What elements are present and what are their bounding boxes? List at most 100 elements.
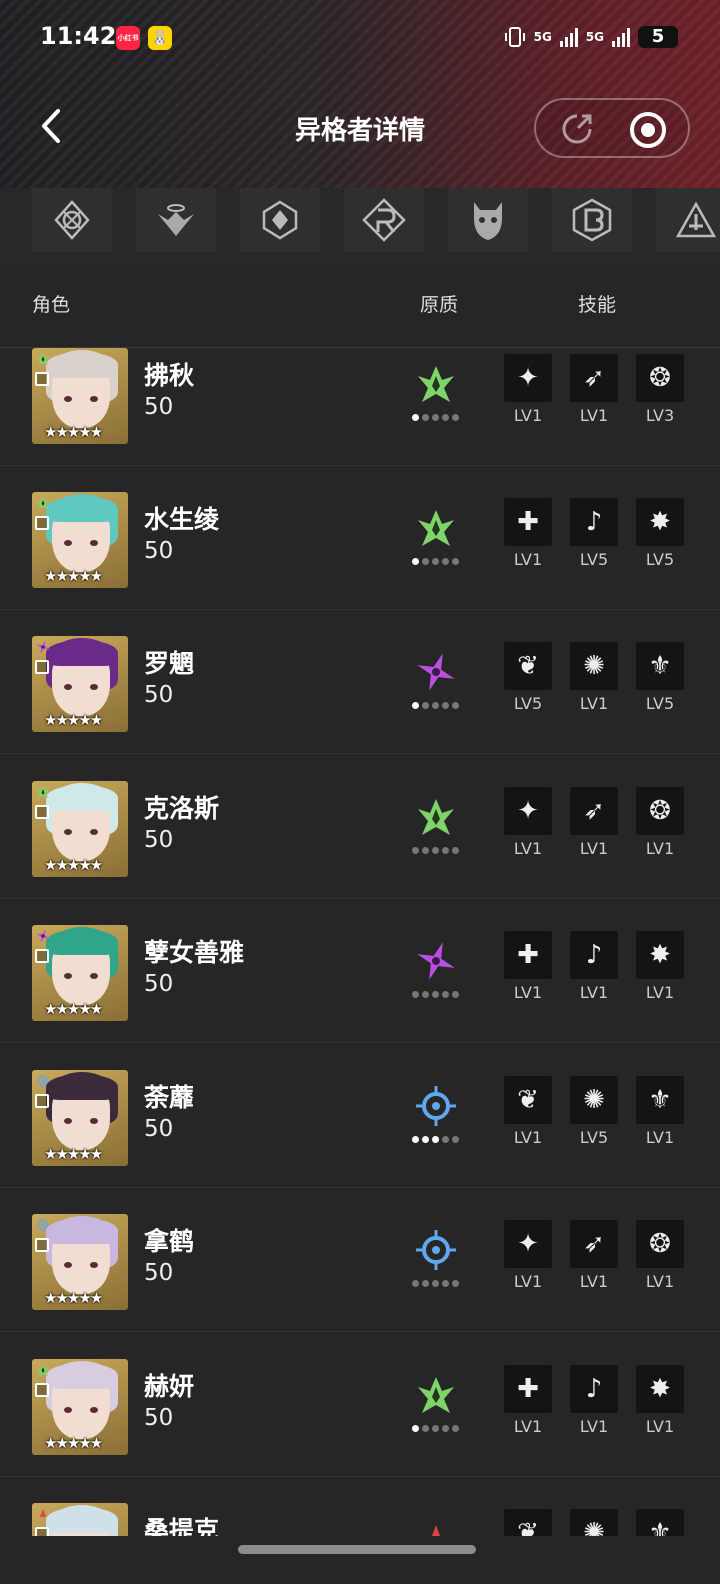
quality-element-icon — [414, 1373, 458, 1417]
status-bar: 11:42 小红书 🐰 5G 5G 5 — [0, 0, 720, 78]
skill-1[interactable]: ✚ LV1 — [504, 1365, 552, 1436]
skill-2[interactable]: ♪ LV1 — [570, 1365, 618, 1436]
skill-1[interactable]: ✚ LV1 — [504, 931, 552, 1002]
faction-3-icon[interactable] — [240, 188, 320, 252]
character-row[interactable]: ★★★★★ 桑提克 ❦ ✺ ⚜ — [0, 1477, 720, 1536]
skill-3[interactable]: ⚜ LV5 — [636, 642, 684, 713]
element-badge-icon — [35, 1073, 51, 1089]
character-name: 水生绫 — [144, 505, 220, 534]
character-portrait: ★★★★★ — [32, 1070, 128, 1166]
skill-2[interactable]: ✺ LV5 — [570, 1076, 618, 1147]
skill-level: LV1 — [513, 839, 543, 858]
faction-4-icon[interactable] — [344, 188, 424, 252]
character-row[interactable]: ★★★★★ 拂秋 50 ✦ LV1 ➶ LV1 ❂ LV3 — [0, 348, 720, 466]
role-badge-icon — [35, 660, 49, 674]
role-badge-icon — [35, 1238, 49, 1252]
skill-level: LV1 — [513, 550, 543, 569]
skill-1[interactable]: ✦ LV1 — [504, 787, 552, 858]
skill-icon: ✸ — [636, 498, 684, 546]
skill-icon: ✦ — [504, 787, 552, 835]
skill-1[interactable]: ❦ LV5 — [504, 642, 552, 713]
faction-7-icon[interactable] — [656, 188, 720, 252]
character-portrait: ★★★★★ — [32, 1214, 128, 1310]
quality-dots — [412, 1136, 459, 1143]
skill-2[interactable]: ♪ LV1 — [570, 931, 618, 1002]
character-row[interactable]: ★★★★★ 罗魍 50 ❦ LV5 ✺ LV1 ⚜ LV5 — [0, 610, 720, 754]
network-type-1: 5G — [533, 30, 552, 44]
character-level: 50 — [144, 827, 174, 853]
skill-3[interactable]: ⚜ LV1 — [636, 1076, 684, 1147]
character-name: 拂秋 — [144, 361, 195, 390]
skill-1[interactable]: ❦ LV1 — [504, 1076, 552, 1147]
skill-2[interactable]: ✺ — [570, 1509, 618, 1536]
skill-1[interactable]: ✦ LV1 — [504, 1220, 552, 1291]
skill-level: LV3 — [645, 406, 675, 425]
role-badge-icon — [35, 805, 49, 819]
xiaohongshu-app-icon: 小红书 — [116, 26, 140, 50]
skill-2[interactable]: ➶ LV1 — [570, 1220, 618, 1291]
character-name: 拿鹤 — [144, 1227, 195, 1256]
character-level: 50 — [144, 1116, 174, 1142]
signal-1-icon — [559, 27, 578, 47]
skill-level: LV1 — [579, 694, 609, 713]
column-header: 角色 原质 技能 — [0, 264, 720, 348]
skill-icon: ✦ — [504, 354, 552, 402]
skill-level: LV1 — [513, 1128, 543, 1147]
character-row[interactable]: ★★★★★ 荼蘼 50 ❦ LV1 ✺ LV5 ⚜ LV1 — [0, 1044, 720, 1188]
role-badge-icon — [35, 1094, 49, 1108]
character-portrait: ★★★★★ — [32, 636, 128, 732]
character-name: 荼蘼 — [144, 1083, 195, 1112]
share-icon[interactable] — [560, 112, 594, 146]
skill-icon: ✚ — [504, 931, 552, 979]
skill-level: LV5 — [645, 550, 675, 569]
skill-2[interactable]: ➶ LV1 — [570, 787, 618, 858]
skill-icon: ⚜ — [636, 1076, 684, 1124]
character-row[interactable]: ★★★★★ 孽女善雅 50 ✚ LV1 ♪ LV1 ✸ LV1 — [0, 899, 720, 1043]
skill-2[interactable]: ♪ LV5 — [570, 498, 618, 569]
character-level: 50 — [144, 394, 174, 420]
faction-1-icon[interactable] — [32, 188, 112, 252]
skill-3[interactable]: ❂ LV3 — [636, 354, 684, 425]
faction-6-icon[interactable] — [552, 188, 632, 252]
skill-2[interactable]: ➶ LV1 — [570, 354, 618, 425]
skill-icon: ❂ — [636, 787, 684, 835]
skill-level: LV1 — [579, 1417, 609, 1436]
skill-level: LV1 — [579, 983, 609, 1002]
faction-5-icon[interactable] — [448, 188, 528, 252]
character-name: 桑提克 — [144, 1516, 220, 1536]
character-name: 罗魍 — [144, 649, 195, 678]
skill-1[interactable]: ❦ — [504, 1509, 552, 1536]
skill-3[interactable]: ❂ LV1 — [636, 1220, 684, 1291]
skill-3[interactable]: ⚜ — [636, 1509, 684, 1536]
skill-level: LV5 — [645, 694, 675, 713]
skill-3[interactable]: ✸ LV1 — [636, 931, 684, 1002]
skill-level: LV1 — [579, 1272, 609, 1291]
skill-1[interactable]: ✚ LV1 — [504, 498, 552, 569]
home-indicator[interactable] — [238, 1545, 476, 1554]
skill-level: LV5 — [579, 550, 609, 569]
role-badge-icon — [35, 949, 49, 963]
character-row[interactable]: ★★★★★ 赫妍 50 ✚ LV1 ♪ LV1 ✸ LV1 — [0, 1333, 720, 1477]
character-row[interactable]: ★★★★★ 水生绫 50 ✚ LV1 ♪ LV5 ✸ LV5 — [0, 466, 720, 610]
status-time: 11:42 — [40, 22, 117, 50]
rarity-stars: ★★★★★ — [44, 423, 103, 441]
skill-1[interactable]: ✦ LV1 — [504, 354, 552, 425]
skill-level: LV1 — [645, 839, 675, 858]
column-quality: 原质 — [420, 294, 459, 316]
record-button-icon[interactable] — [630, 112, 666, 148]
faction-2-icon[interactable] — [136, 188, 216, 252]
rarity-stars: ★★★★★ — [44, 1434, 103, 1452]
quality-element-icon — [414, 939, 458, 983]
character-row[interactable]: ★★★★★ 拿鹤 50 ✦ LV1 ➶ LV1 ❂ LV1 — [0, 1188, 720, 1332]
skill-3[interactable]: ✸ LV5 — [636, 498, 684, 569]
skill-2[interactable]: ✺ LV1 — [570, 642, 618, 713]
skill-icon: ✦ — [504, 1220, 552, 1268]
system-icons: 5G 5G 5 — [504, 26, 678, 48]
character-row[interactable]: ★★★★★ 克洛斯 50 ✦ LV1 ➶ LV1 ❂ LV1 — [0, 755, 720, 899]
skill-3[interactable]: ✸ LV1 — [636, 1365, 684, 1436]
skill-3[interactable]: ❂ LV1 — [636, 787, 684, 858]
battery-icon: 5 — [638, 26, 678, 48]
character-list: ★★★★★ 拂秋 50 ✦ LV1 ➶ LV1 ❂ LV3 ★★★★★ 水生绫 50 ✚ LV1 ♪ LV5 ✸… — [0, 348, 720, 1536]
skill-icon: ❦ — [504, 642, 552, 690]
quality-dots — [412, 991, 459, 998]
